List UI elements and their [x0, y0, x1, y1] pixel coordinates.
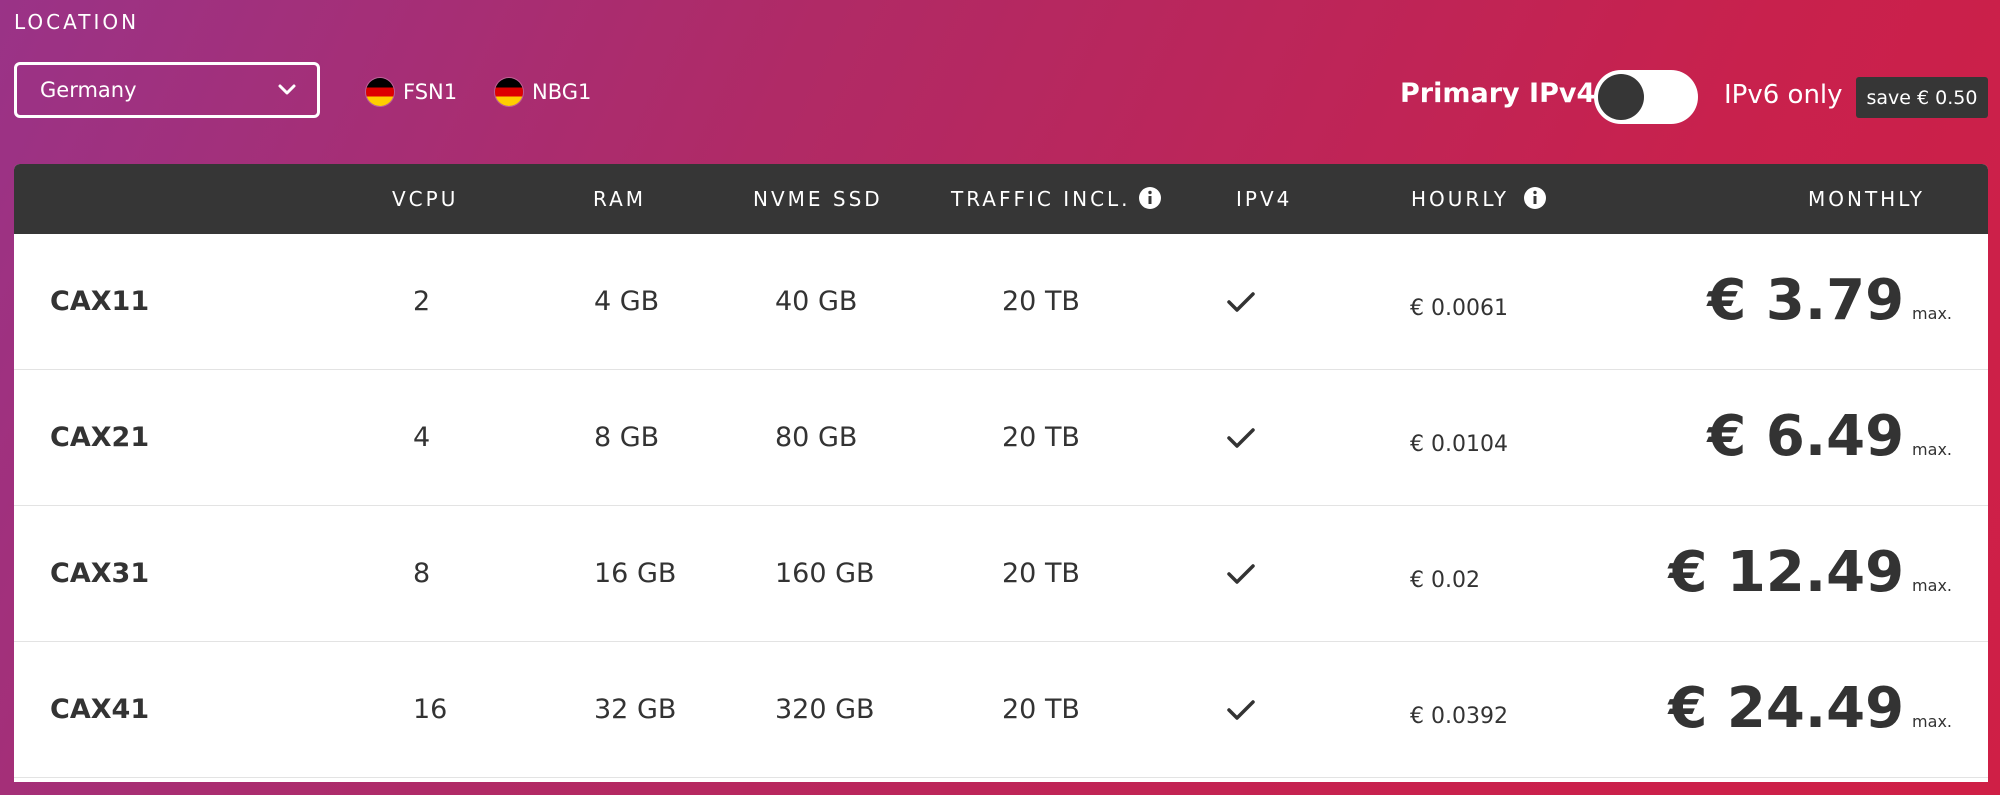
hourly-price: € 0.02	[1410, 568, 1480, 593]
ssd-value: 160 GB	[775, 558, 875, 589]
monthly-price-value: € 24.49	[1668, 676, 1905, 741]
header-nvme-ssd: NVME SSD	[753, 187, 883, 211]
traffic-value: 20 TB	[1002, 422, 1080, 453]
header-vcpu: VCPU	[392, 187, 459, 211]
monthly-price-value: € 3.79	[1707, 268, 1905, 333]
table-row[interactable]: CAX21 4 8 GB 80 GB 20 TB € 0.0104 € 6.49…	[14, 370, 1988, 506]
location-select-value: Germany	[40, 78, 137, 102]
header-monthly: MONTHLY	[1808, 187, 1925, 211]
germany-flag-icon	[366, 78, 394, 106]
checkmark-icon	[1226, 291, 1256, 313]
table-row[interactable]: CAX31 8 16 GB 160 GB 20 TB € 0.02 € 12.4…	[14, 506, 1988, 642]
primary-ipv4-label: Primary IPv4	[1400, 78, 1596, 109]
traffic-value: 20 TB	[1002, 694, 1080, 725]
checkmark-icon	[1226, 563, 1256, 585]
save-badge: save € 0.50	[1856, 77, 1988, 118]
info-icon[interactable]	[1523, 186, 1547, 210]
datacenter-label: FSN1	[403, 80, 458, 104]
server-name: CAX11	[50, 286, 150, 317]
chevron-down-icon	[277, 78, 297, 102]
header-ram: RAM	[593, 187, 647, 211]
germany-flag-icon	[495, 78, 523, 106]
server-name: CAX31	[50, 558, 150, 589]
server-name: CAX21	[50, 422, 150, 453]
vcpu-value: 2	[413, 286, 431, 317]
checkmark-icon	[1226, 427, 1256, 449]
monthly-price: € 3.79 max.	[1707, 234, 1952, 370]
ram-value: 8 GB	[594, 422, 660, 453]
monthly-price: € 6.49 max.	[1707, 370, 1952, 506]
location-select[interactable]: Germany	[14, 62, 320, 118]
ipv4-toggle[interactable]	[1594, 70, 1698, 124]
pricing-table: VCPU RAM NVME SSD TRAFFIC INCL. IPV4 HOU…	[14, 164, 1988, 782]
vcpu-value: 16	[413, 694, 448, 725]
ram-value: 32 GB	[594, 694, 677, 725]
ssd-value: 320 GB	[775, 694, 875, 725]
ram-value: 4 GB	[594, 286, 660, 317]
vcpu-value: 4	[413, 422, 431, 453]
info-icon[interactable]	[1138, 186, 1162, 210]
datacenter-nbg1[interactable]: NBG1	[495, 78, 591, 106]
datacenter-fsn1[interactable]: FSN1	[366, 78, 457, 106]
traffic-value: 20 TB	[1002, 286, 1080, 317]
header-ipv4: IPV4	[1236, 187, 1293, 211]
table-header: VCPU RAM NVME SSD TRAFFIC INCL. IPV4 HOU…	[14, 164, 1988, 234]
header-traffic: TRAFFIC INCL.	[951, 187, 1131, 211]
hourly-price: € 0.0392	[1410, 704, 1508, 729]
server-name: CAX41	[50, 694, 150, 725]
table-row[interactable]: CAX11 2 4 GB 40 GB 20 TB € 0.0061 € 3.79…	[14, 234, 1988, 370]
monthly-price: € 12.49 max.	[1668, 506, 1952, 642]
checkmark-icon	[1226, 699, 1256, 721]
max-label: max.	[1912, 576, 1952, 595]
max-label: max.	[1912, 712, 1952, 731]
hourly-price: € 0.0061	[1410, 296, 1508, 321]
max-label: max.	[1912, 304, 1952, 323]
vcpu-value: 8	[413, 558, 431, 589]
toggle-knob	[1598, 74, 1644, 120]
location-label: LOCATION	[14, 10, 140, 34]
table-row[interactable]: CAX41 16 32 GB 320 GB 20 TB € 0.0392 € 2…	[14, 642, 1988, 778]
ssd-value: 40 GB	[775, 286, 858, 317]
hourly-price: € 0.0104	[1410, 432, 1508, 457]
ipv6-only-label: IPv6 only	[1724, 80, 1843, 110]
traffic-value: 20 TB	[1002, 558, 1080, 589]
header-hourly: HOURLY	[1411, 187, 1510, 211]
datacenter-label: NBG1	[532, 80, 592, 104]
monthly-price: € 24.49 max.	[1668, 642, 1952, 778]
monthly-price-value: € 12.49	[1668, 540, 1905, 605]
ram-value: 16 GB	[594, 558, 677, 589]
monthly-price-value: € 6.49	[1707, 404, 1905, 469]
ssd-value: 80 GB	[775, 422, 858, 453]
max-label: max.	[1912, 440, 1952, 459]
